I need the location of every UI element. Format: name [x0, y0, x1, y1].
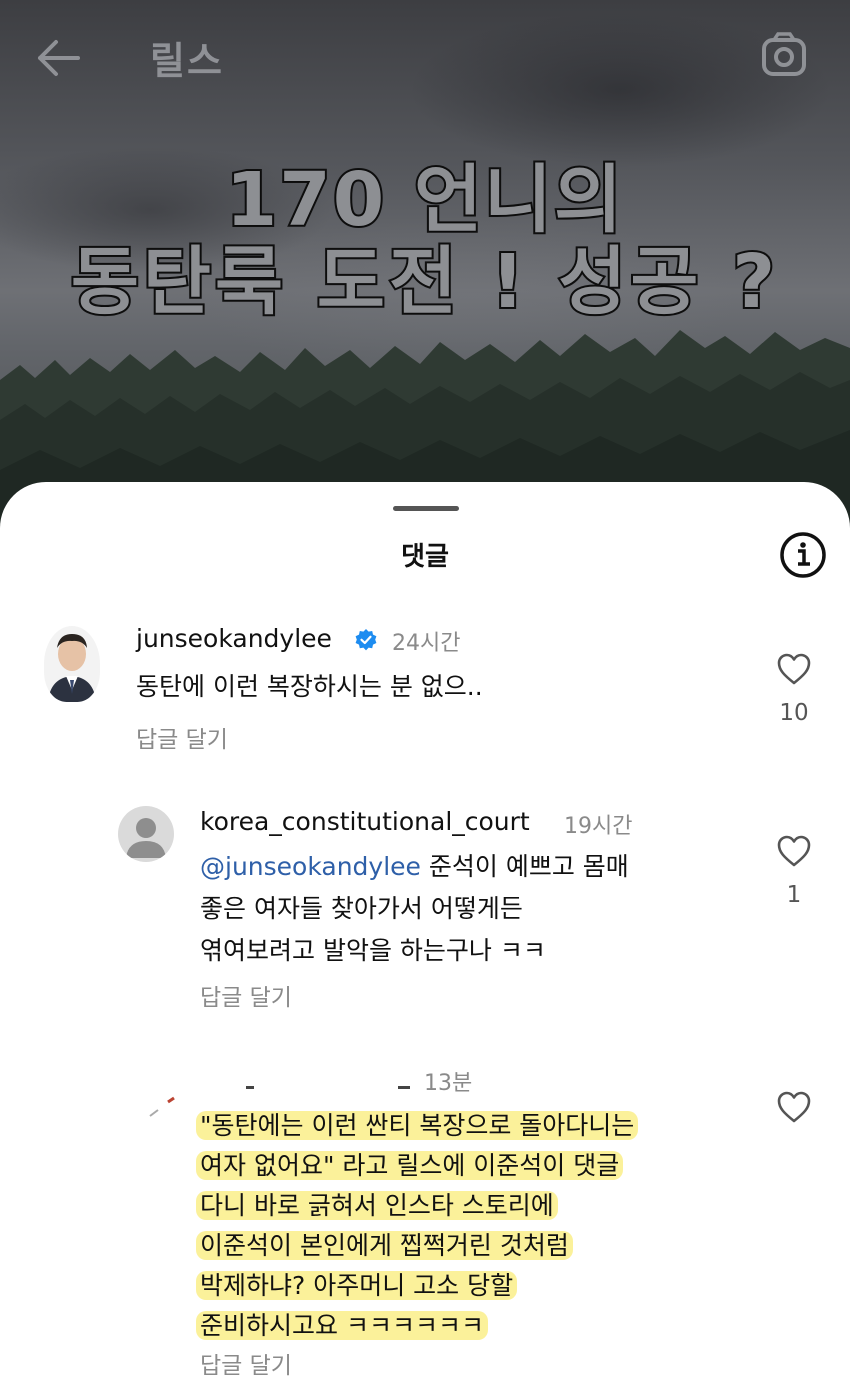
profile-photo	[48, 634, 96, 702]
avatar[interactable]	[118, 806, 174, 862]
heart-icon[interactable]	[776, 652, 812, 686]
comment-text-line: 동탄에 이런 복장하시는 분 없으..	[136, 672, 483, 701]
like-count: 1	[786, 882, 802, 908]
page-title: 릴스	[150, 39, 224, 83]
info-icon[interactable]	[778, 530, 828, 580]
avatar[interactable]	[44, 626, 100, 702]
highlighted-text: 준비하시고요 ㅋㅋㅋㅋㅋㅋ	[196, 1311, 488, 1340]
comment-text: "동탄에는 이런 싼티 복장으로 돌아다니는 여자 없어요" 라고 릴스에 이준…	[196, 1106, 639, 1346]
comment-text: @junseokandylee 준석이 예쁘고 몸매 좋은 여자들 찾아가서 어…	[200, 846, 629, 972]
comment-text: 동탄에 이런 복장하시는 분 없으..	[136, 666, 483, 708]
verified-badge-icon	[355, 629, 377, 651]
comment-text-line: 엮여보려고 발악을 하는구나 ㅋㅋ	[200, 936, 546, 965]
heart-icon[interactable]	[776, 834, 812, 868]
redacted-username-mark	[246, 1086, 254, 1089]
comment-time: 13분	[424, 1071, 473, 1096]
avatar-fragment	[149, 1096, 175, 1117]
like-count: 10	[779, 700, 809, 726]
reply-button[interactable]: 답글 달기	[200, 1346, 292, 1380]
highlighted-text: 박제하냐? 아주머니 고소 당할	[196, 1271, 518, 1300]
default-avatar-icon	[126, 818, 166, 858]
comments-sheet: 댓글 junseokandylee 24시간 동탄에 이런 복장하시는 분 없으…	[0, 482, 850, 1395]
reel-video[interactable]: 릴스 170 언니의 동탄룩 도전 ! 성공 ?	[0, 0, 850, 560]
reply-button[interactable]: 답글 달기	[136, 720, 228, 754]
sheet-title: 댓글	[401, 542, 449, 572]
redacted-username-mark	[398, 1086, 410, 1089]
comment-username[interactable]: junseokandylee	[136, 624, 332, 653]
highlighted-text: 여자 없어요" 라고 릴스에 이준석이 댓글	[196, 1151, 624, 1180]
mention-link[interactable]: @junseokandylee	[200, 852, 421, 881]
reply-button[interactable]: 답글 달기	[200, 978, 292, 1012]
back-arrow-icon[interactable]	[34, 36, 82, 80]
comment-username[interactable]: korea_constitutional_court	[200, 807, 530, 836]
camera-icon[interactable]	[760, 32, 808, 78]
comment-text-line: 좋은 여자들 찾아가서 어떻게든	[200, 894, 523, 923]
highlighted-text: 다니 바로 긁혀서 인스타 스토리에	[196, 1191, 558, 1220]
highlighted-text: "동탄에는 이런 싼티 복장으로 돌아다니는	[196, 1111, 639, 1140]
comment-time: 24시간	[392, 631, 461, 656]
drag-handle[interactable]	[393, 506, 459, 511]
comment-text-line: 준석이 예쁘고 몸매	[420, 852, 629, 881]
video-caption-line2: 동탄룩 도전 ! 성공 ?	[69, 237, 780, 327]
heart-icon[interactable]	[776, 1090, 812, 1124]
comment-time: 19시간	[564, 814, 633, 839]
highlighted-text: 이준석이 본인에게 찝쩍거린 것처럼	[196, 1231, 573, 1260]
